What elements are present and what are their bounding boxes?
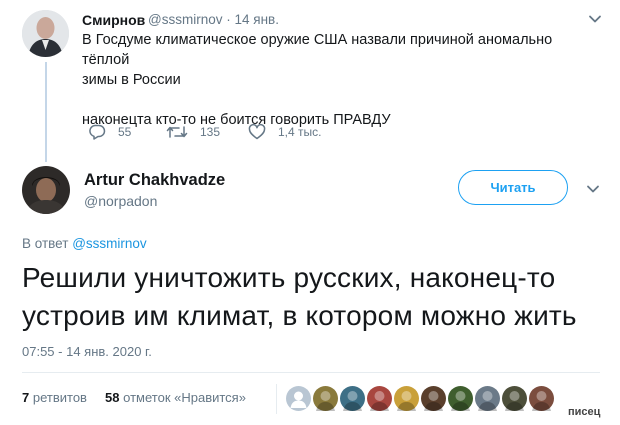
reply-prefix: В ответ <box>22 236 69 251</box>
reply-to-handle[interactable]: @sssmirnov <box>72 236 146 251</box>
liker-avatar[interactable] <box>394 386 419 411</box>
liker-avatar[interactable] <box>529 386 554 411</box>
reply-context: В ответ @sssmirnov <box>22 236 147 251</box>
tweet2-text-line2: устроив им климат, в котором можно жить <box>22 300 577 331</box>
default-avatar-icon[interactable] <box>286 386 311 411</box>
tweet2-author-handle[interactable]: @norpadon <box>84 193 157 209</box>
reply-icon <box>89 124 106 140</box>
liker-avatar[interactable] <box>421 386 446 411</box>
tweet1-line2: зимы в России <box>82 72 181 88</box>
tweet1-author-name[interactable]: Смирнов <box>82 12 145 28</box>
tweet1-separator: · <box>226 12 231 27</box>
tweet2-timestamp[interactable]: 07:55 - 14 янв. 2020 г. <box>22 344 152 359</box>
tweet2-author-name[interactable]: Artur Chakhvadze <box>84 171 225 190</box>
tweet1-like-action[interactable]: 1,4 тыс. <box>248 124 321 140</box>
stats-separator <box>276 384 277 414</box>
smirnov-avatar-photo <box>22 10 69 57</box>
tweet1-retweet-count: 135 <box>200 125 221 139</box>
tweet1-menu-chevron-icon[interactable] <box>588 12 602 31</box>
likes-count: 58 <box>105 390 120 405</box>
retweets-label: ретвитов <box>32 390 87 405</box>
stats-divider <box>22 372 600 373</box>
likes-label: отметок «Нравится» <box>123 390 246 405</box>
retweets-stat[interactable]: 7 ретвитов <box>22 390 91 405</box>
liker-avatar[interactable] <box>448 386 473 411</box>
tweet1-meta: @sssmirnov · 14 янв. <box>148 12 279 27</box>
tweet1-reply-count: 55 <box>118 125 132 139</box>
tweet2-text: Решили уничтожить русских, наконец-то ус… <box>22 259 612 335</box>
retweet-icon <box>166 126 188 138</box>
tweet1-like-count: 1,4 тыс. <box>278 125 322 139</box>
retweets-count: 7 <box>22 390 30 405</box>
tweet2-menu-chevron-icon[interactable] <box>586 182 600 201</box>
liker-avatar[interactable] <box>367 386 392 411</box>
liker-avatar[interactable] <box>340 386 365 411</box>
liker-avatar[interactable] <box>475 386 500 411</box>
tweet1-author-handle[interactable]: @sssmirnov <box>148 12 222 27</box>
watermark: писец <box>568 406 601 418</box>
liker-avatar[interactable] <box>313 386 338 411</box>
likes-stat[interactable]: 58 отметок «Нравится» <box>105 390 246 405</box>
tweet1-line3: наконецта кто-то не боится говорить ПРАВ… <box>82 112 391 128</box>
tweet1-retweet-action[interactable]: 135 <box>166 124 220 140</box>
chakhvadze-avatar[interactable] <box>22 166 70 214</box>
tweet1-reply-action[interactable]: 55 <box>88 124 131 140</box>
thread-connector-line <box>45 62 47 162</box>
heart-icon <box>248 124 266 140</box>
tweet2-stats: 7 ретвитов 58 отметок «Нравится» <box>22 390 246 405</box>
smirnov-avatar[interactable] <box>22 10 69 57</box>
chakhvadze-avatar-photo <box>22 166 70 214</box>
tweet2-text-line1: Решили уничтожить русских, наконец-то <box>22 262 556 293</box>
follow-button[interactable]: Читать <box>458 170 568 205</box>
tweet1-text: В Госдуме климатическое оружие США назва… <box>82 30 602 130</box>
liker-avatars <box>286 386 556 411</box>
tweet1-line1: В Госдуме климатическое оружие США назва… <box>82 32 553 68</box>
liker-avatar[interactable] <box>502 386 527 411</box>
tweet1-date[interactable]: 14 янв. <box>235 12 279 27</box>
